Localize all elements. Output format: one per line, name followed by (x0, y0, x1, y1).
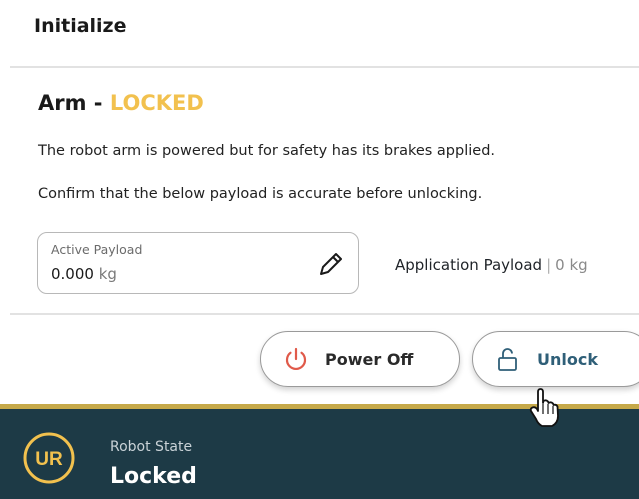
application-payload-separator: | (546, 256, 552, 274)
active-payload-label: Active Payload (51, 242, 143, 257)
unlock-button[interactable]: Unlock (472, 331, 639, 387)
arm-heading: Arm - LOCKED (38, 91, 204, 115)
unlock-icon (498, 348, 517, 371)
unlock-label: Unlock (537, 349, 598, 369)
robot-state-label: Robot State (110, 439, 193, 455)
active-payload-number: 0.000 (51, 265, 94, 283)
arm-status-badge: LOCKED (109, 91, 204, 115)
active-payload-unit: kg (98, 265, 117, 283)
pencil-icon[interactable] (314, 247, 348, 281)
page-title: Initialize (34, 15, 127, 37)
application-payload-value: 0 kg (555, 256, 588, 274)
header-divider (10, 66, 639, 68)
active-payload-field[interactable]: Active Payload 0.000 kg (37, 232, 359, 294)
arm-description: The robot arm is powered but for safety … (38, 143, 496, 159)
arm-heading-label: Arm - (38, 91, 110, 115)
payload-instruction: Confirm that the below payload is accura… (38, 186, 483, 202)
power-off-button[interactable]: Power Off (260, 331, 460, 387)
hand-pointer-icon (529, 388, 559, 427)
logo-text: UR (35, 449, 63, 470)
power-off-label: Power Off (325, 349, 414, 369)
power-icon (285, 347, 307, 371)
header-bar: Initialize (0, 0, 639, 66)
section-divider (10, 313, 639, 315)
robot-state-value: Locked (110, 464, 197, 489)
application-payload-label: Application Payload (395, 256, 543, 274)
ur-logo-icon: UR (23, 432, 75, 484)
application-payload: Application Payload | 0 kg (395, 256, 588, 274)
active-payload-value: 0.000 kg (51, 265, 117, 283)
